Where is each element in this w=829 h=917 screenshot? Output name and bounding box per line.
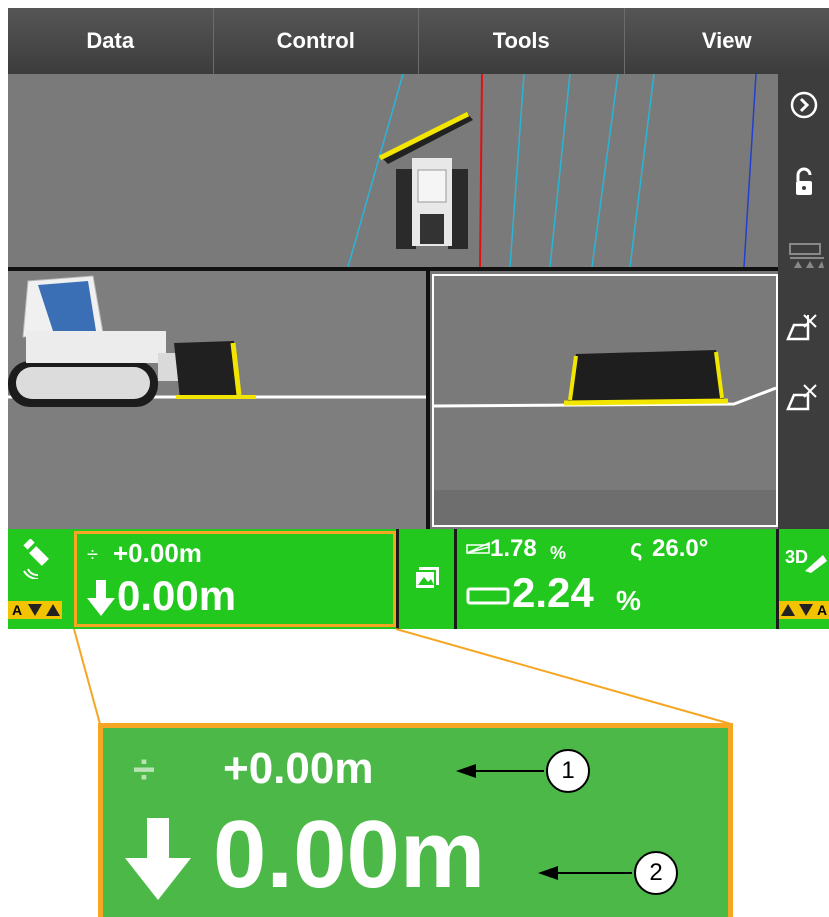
- mode-panel[interactable]: 3D A: [779, 529, 829, 629]
- lower-indicator-icon: [797, 601, 815, 619]
- main-slope-icon: [466, 587, 510, 605]
- status-divider: [396, 529, 399, 629]
- gallery-button[interactable]: [400, 529, 454, 629]
- menu-bar: Data Control Tools View: [8, 8, 829, 74]
- gnss-indicator: A: [8, 601, 62, 619]
- status-divider: [454, 529, 457, 629]
- blade-sensors-icon[interactable]: [778, 230, 829, 280]
- down-arrow-icon-large: [125, 818, 191, 900]
- right-toolbar: [778, 74, 829, 529]
- cross-slope-small-unit: %: [550, 543, 567, 563]
- gallery-icon: [414, 567, 439, 590]
- design-surface-2-icon[interactable]: [778, 370, 829, 420]
- main-slope-unit: %: [616, 585, 641, 616]
- cross-slope-small-value: 1.78: [490, 535, 537, 562]
- offset-value: +0.00m: [113, 538, 202, 568]
- main-slope-value: 2.24: [512, 569, 594, 616]
- status-bar: A ÷ +0.00m 0.00m 1.78 % ς 26.0° 2.24 % 3…: [8, 529, 829, 629]
- offset-icon: ÷: [87, 544, 98, 566]
- rear-view[interactable]: [432, 274, 778, 527]
- angle-icon: ς: [630, 535, 643, 562]
- mode-blade-icon: [805, 555, 827, 573]
- gnss-panel[interactable]: A: [8, 529, 72, 629]
- raise-indicator-icon: [779, 601, 797, 619]
- raise-lower-indicator-icon: [44, 601, 62, 619]
- marker-2: 2: [634, 851, 678, 895]
- offset-icon-large: ÷: [133, 748, 155, 792]
- menu-tools[interactable]: Tools: [419, 8, 625, 74]
- design-surface-1-icon[interactable]: [778, 300, 829, 350]
- cut-fill-value: 0.00m: [117, 572, 237, 619]
- menu-view[interactable]: View: [624, 8, 829, 74]
- zoom-cut-fill-value: 0.00m: [213, 801, 486, 908]
- chevron-right-icon[interactable]: [778, 80, 829, 130]
- side-view-graphic: [8, 275, 426, 407]
- auto-indicator: A: [8, 601, 26, 619]
- side-view[interactable]: [8, 271, 426, 529]
- plan-view-graphic: [347, 73, 757, 268]
- machine-view: [8, 73, 778, 529]
- plan-view[interactable]: [8, 73, 778, 268]
- satellite-icon: [23, 539, 49, 579]
- view-divider-vertical: [426, 271, 430, 529]
- angle-value: 26.0°: [652, 535, 709, 562]
- lower-indicator-icon: [26, 601, 44, 619]
- rear-view-graphic: [433, 350, 777, 525]
- mode-indicator: A: [779, 601, 829, 619]
- auto-indicator: A: [815, 601, 829, 619]
- zoom-callout: ÷ +0.00m 0.00m: [98, 723, 733, 917]
- marker-1: 1: [546, 749, 590, 793]
- cross-slope-icon: [466, 541, 490, 554]
- zoom-offset-value: +0.00m: [223, 744, 374, 793]
- lock-open-icon[interactable]: [778, 158, 829, 208]
- elevation-panel[interactable]: ÷ +0.00m 0.00m: [74, 531, 396, 627]
- down-arrow-icon: [87, 580, 115, 616]
- menu-control[interactable]: Control: [213, 8, 419, 74]
- menu-data[interactable]: Data: [8, 8, 214, 74]
- slope-panel[interactable]: 1.78 % ς 26.0° 2.24 %: [458, 529, 776, 629]
